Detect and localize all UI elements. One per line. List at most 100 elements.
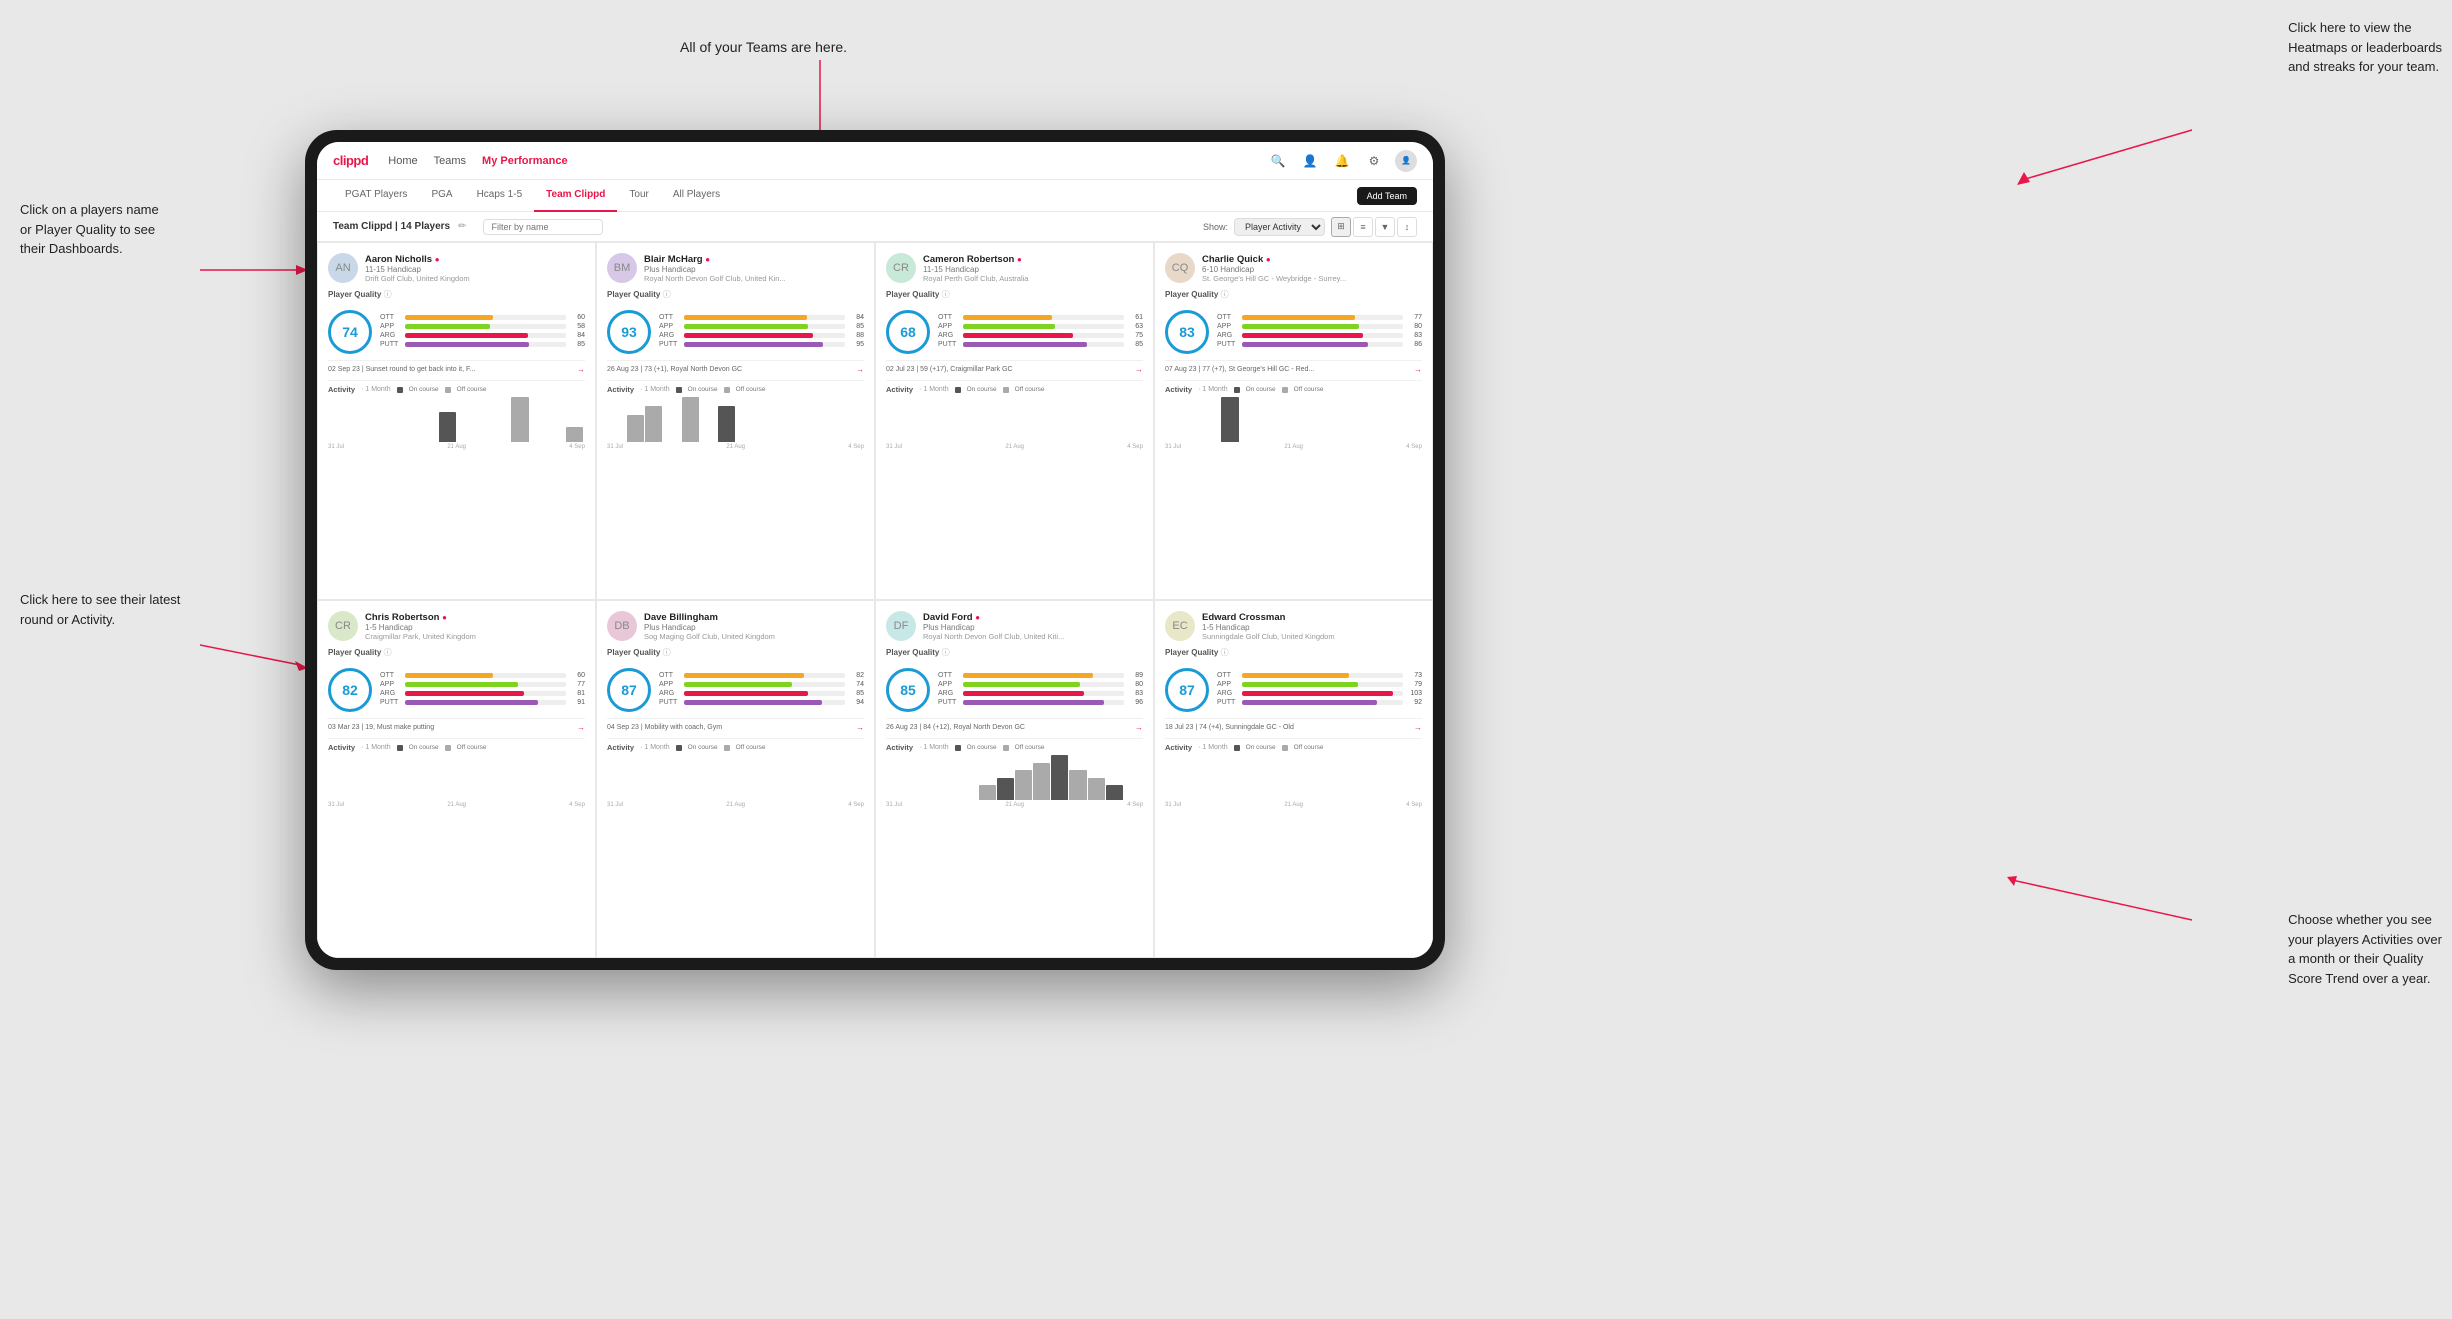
quality-score[interactable]: 82	[328, 668, 372, 712]
chart-area	[886, 755, 1143, 800]
tab-hcaps[interactable]: Hcaps 1-5	[465, 180, 535, 212]
quality-section[interactable]: 74 OTT 60 APP 58 ARG 84 PUTT	[328, 310, 585, 354]
offcourse-legend-label: Off course	[457, 386, 487, 393]
recent-round-arrow[interactable]: →	[577, 723, 585, 732]
tab-pga[interactable]: PGA	[419, 180, 464, 212]
recent-round[interactable]: 07 Aug 23 | 77 (+7), St George's Hill GC…	[1165, 360, 1422, 374]
nav-my-performance[interactable]: My Performance	[482, 155, 568, 167]
quality-section[interactable]: 87 OTT 73 APP 79 ARG 103 PUTT	[1165, 668, 1422, 712]
nav-teams[interactable]: Teams	[434, 155, 466, 167]
recent-round[interactable]: 04 Sep 23 | Mobility with coach, Gym →	[607, 718, 864, 732]
player-info: Dave Billingham Plus Handicap Sog Maging…	[644, 612, 864, 641]
player-name[interactable]: Edward Crossman	[1202, 612, 1422, 623]
quality-score[interactable]: 83	[1165, 310, 1209, 354]
recent-round[interactable]: 26 Aug 23 | 84 (+12), Royal North Devon …	[886, 718, 1143, 732]
quality-section[interactable]: 68 OTT 61 APP 63 ARG 75 PUTT	[886, 310, 1143, 354]
filter-button[interactable]: ▼	[1375, 217, 1395, 237]
recent-round-arrow[interactable]: →	[577, 365, 585, 374]
search-input[interactable]	[483, 219, 603, 235]
recent-round-arrow[interactable]: →	[856, 723, 864, 732]
stat-bar	[1242, 324, 1359, 329]
stat-value: 95	[848, 341, 864, 348]
activity-period[interactable]: · 1 Month	[1198, 744, 1228, 751]
offcourse-legend-dot	[445, 745, 451, 751]
avatar: CQ	[1165, 253, 1195, 283]
nav-home[interactable]: Home	[388, 155, 417, 167]
stat-row: OTT 82	[659, 672, 864, 679]
activity-title: Activity	[607, 743, 634, 752]
stat-value: 84	[848, 314, 864, 321]
stat-row: PUTT 94	[659, 699, 864, 706]
stat-row: OTT 60	[380, 672, 585, 679]
recent-round[interactable]: 02 Jul 23 | 59 (+17), Craigmillar Park G…	[886, 360, 1143, 374]
tab-tour[interactable]: Tour	[617, 180, 660, 212]
tab-pgat[interactable]: PGAT Players	[333, 180, 419, 212]
quality-score[interactable]: 87	[1165, 668, 1209, 712]
team-header-right: Show: Player Activity ⊞ ≡ ▼ ↕	[1203, 217, 1417, 237]
recent-round[interactable]: 03 Mar 23 | 19, Must make putting →	[328, 718, 585, 732]
activity-header: Activity · 1 Month On course Off course	[607, 385, 864, 394]
list-view-button[interactable]: ≡	[1353, 217, 1373, 237]
stat-row: APP 74	[659, 681, 864, 688]
stat-bar-bg	[405, 342, 566, 347]
recent-round[interactable]: 02 Sep 23 | Sunset round to get back int…	[328, 360, 585, 374]
settings-icon[interactable]: ⚙	[1363, 150, 1385, 172]
chart-area	[1165, 755, 1422, 800]
recent-round-arrow[interactable]: →	[1414, 723, 1422, 732]
quality-section[interactable]: 83 OTT 77 APP 80 ARG 83 PUTT	[1165, 310, 1422, 354]
recent-round[interactable]: 18 Jul 23 | 74 (+4), Sunningdale GC - Ol…	[1165, 718, 1422, 732]
recent-round-arrow[interactable]: →	[1414, 365, 1422, 374]
chart-label: 4 Sep	[569, 444, 585, 450]
oncourse-legend-label: On course	[967, 386, 997, 393]
quality-section[interactable]: 93 OTT 84 APP 85 ARG 88 PUTT	[607, 310, 864, 354]
player-name[interactable]: Cameron Robertson ●	[923, 254, 1143, 265]
recent-round-arrow[interactable]: →	[1135, 365, 1143, 374]
stat-bar	[684, 324, 808, 329]
quality-score[interactable]: 85	[886, 668, 930, 712]
offcourse-legend-label: Off course	[457, 744, 487, 751]
recent-round-arrow[interactable]: →	[1135, 723, 1143, 732]
activity-period[interactable]: · 1 Month	[361, 744, 391, 751]
stat-bar-bg	[405, 333, 566, 338]
stat-bar-bg	[405, 700, 566, 705]
activity-period[interactable]: · 1 Month	[919, 744, 949, 751]
tab-all-players[interactable]: All Players	[661, 180, 732, 212]
activity-section: Activity · 1 Month On course Off course …	[1165, 738, 1422, 808]
activity-period[interactable]: · 1 Month	[361, 386, 391, 393]
stat-bar	[1242, 673, 1349, 678]
player-name[interactable]: Charlie Quick ●	[1202, 254, 1422, 265]
quality-section[interactable]: 82 OTT 60 APP 77 ARG 81 PUTT	[328, 668, 585, 712]
grid-view-button[interactable]: ⊞	[1331, 217, 1351, 237]
player-card-header: CR Chris Robertson ● 1-5 Handicap Craigm…	[328, 611, 585, 641]
show-select[interactable]: Player Activity	[1234, 218, 1325, 236]
player-name[interactable]: Chris Robertson ●	[365, 612, 585, 623]
search-icon[interactable]: 🔍	[1267, 150, 1289, 172]
recent-round-arrow[interactable]: →	[856, 365, 864, 374]
tab-team-clippd[interactable]: Team Clippd	[534, 180, 617, 212]
add-team-button[interactable]: Add Team	[1357, 187, 1417, 205]
recent-round[interactable]: 26 Aug 23 | 73 (+1), Royal North Devon G…	[607, 360, 864, 374]
activity-period[interactable]: · 1 Month	[640, 386, 670, 393]
activity-period[interactable]: · 1 Month	[1198, 386, 1228, 393]
edit-icon[interactable]: ✏	[458, 221, 466, 232]
stat-bar	[1242, 682, 1358, 687]
quality-section[interactable]: 87 OTT 82 APP 74 ARG 85 PUTT	[607, 668, 864, 712]
player-name[interactable]: Aaron Nicholls ●	[365, 254, 585, 265]
player-name[interactable]: Dave Billingham	[644, 612, 864, 623]
quality-score[interactable]: 93	[607, 310, 651, 354]
stat-row: ARG 83	[938, 690, 1143, 697]
quality-score[interactable]: 74	[328, 310, 372, 354]
sort-button[interactable]: ↕	[1397, 217, 1417, 237]
player-name[interactable]: David Ford ●	[923, 612, 1143, 623]
player-name[interactable]: Blair McHarg ●	[644, 254, 864, 265]
player-club: Craigmillar Park, United Kingdom	[365, 632, 585, 641]
activity-period[interactable]: · 1 Month	[640, 744, 670, 751]
chart-bar	[979, 785, 996, 800]
quality-section[interactable]: 85 OTT 89 APP 80 ARG 83 PUTT	[886, 668, 1143, 712]
activity-period[interactable]: · 1 Month	[919, 386, 949, 393]
user-icon[interactable]: 👤	[1299, 150, 1321, 172]
quality-score[interactable]: 68	[886, 310, 930, 354]
bell-icon[interactable]: 🔔	[1331, 150, 1353, 172]
quality-score[interactable]: 87	[607, 668, 651, 712]
avatar-icon[interactable]: 👤	[1395, 150, 1417, 172]
